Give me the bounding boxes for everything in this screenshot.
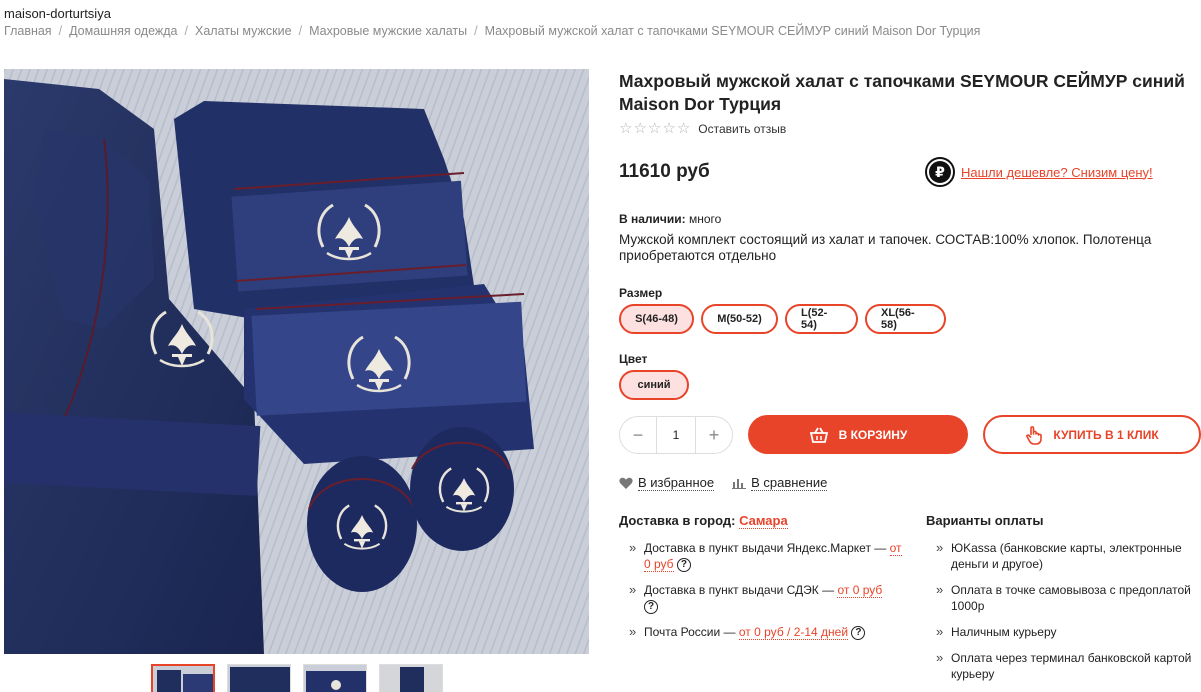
breadcrumb-terry-robes[interactable]: Махровые мужские халаты <box>309 24 467 38</box>
hand-pointer-icon <box>1026 425 1043 445</box>
add-to-cart-label: В КОРЗИНУ <box>838 427 908 442</box>
product-title: Махровый мужской халат с тапочками SEYMO… <box>619 71 1185 114</box>
breadcrumb-separator: / <box>298 24 303 38</box>
leave-review-link[interactable]: Оставить отзыв <box>698 122 786 136</box>
product-description: Мужской комплект состоящий из халат и та… <box>619 232 1152 263</box>
stock-label: В наличии: <box>619 212 686 226</box>
delivery-item-text: Доставка в пункт выдачи Яндекс.Маркет — <box>644 541 887 555</box>
delivery-item-price[interactable]: от 0 руб <box>837 583 883 598</box>
color-options: синий <box>619 370 689 400</box>
add-to-compare[interactable]: В сравнение <box>732 475 828 491</box>
delivery-item-price[interactable]: от 0 руб / 2-14 дней <box>738 625 849 640</box>
delivery-heading: Доставка в город: Самара <box>619 513 909 529</box>
delivery-item-text: Доставка в пункт выдачи СДЭК — <box>644 583 835 597</box>
delivery-item: Почта России — от 0 руб / 2-14 дней ? <box>619 624 909 640</box>
question-circle-icon[interactable]: ? <box>676 557 691 572</box>
heart-icon <box>619 477 633 489</box>
breadcrumb-separator: / <box>58 24 63 38</box>
star-outline-icon[interactable]: ☆ <box>633 121 646 137</box>
breadcrumb-home[interactable]: Главная <box>4 24 52 38</box>
color-label: Цвет <box>619 352 648 366</box>
size-options: S(46-48) M(50-52) L(52-54) XL(56-58) <box>619 304 946 334</box>
star-outline-icon[interactable]: ☆ <box>677 121 690 137</box>
bar-chart-icon <box>732 479 747 489</box>
star-outline-icon[interactable]: ☆ <box>619 121 632 137</box>
payment-list: ЮKassa (банковские карты, электронные де… <box>926 540 1201 682</box>
thumbnail-2[interactable] <box>227 664 291 692</box>
payment-item: Оплата в точке самовывоза с предоплатой … <box>926 582 1201 614</box>
favorites-label: В избранное <box>638 475 715 491</box>
ruble-badge-icon: ₽ <box>925 157 955 187</box>
buy-one-click-label: КУПИТЬ В 1 КЛИК <box>1053 427 1159 442</box>
stock-value: много <box>688 212 722 226</box>
delivery-list: Доставка в пункт выдачи Яндекс.Маркет — … <box>619 540 909 640</box>
breadcrumb: Главная / Домашняя одежда / Халаты мужские / М… <box>4 24 980 38</box>
delivery-item-text: Почта России — <box>644 625 736 639</box>
thumbnail-4[interactable] <box>379 664 443 692</box>
payment-heading: Варианты оплаты <box>926 513 1044 528</box>
add-to-favorites[interactable]: В избранное <box>619 475 715 491</box>
breadcrumb-home-clothing[interactable]: Домашняя одежда <box>69 24 177 38</box>
payment-section: Варианты оплаты ЮKassa (банковские карты… <box>926 513 1201 692</box>
color-option-blue[interactable]: синий <box>619 370 689 400</box>
delivery-section: Доставка в город: Самара Доставка в пунк… <box>619 513 909 650</box>
breadcrumb-current: Махровый мужской халат с тапочками SEYMO… <box>484 24 981 38</box>
delivery-item: Доставка в пункт выдачи СДЭК — от 0 руб … <box>619 582 909 614</box>
star-outline-icon[interactable]: ☆ <box>648 121 661 137</box>
question-circle-icon[interactable]: ? <box>644 599 658 614</box>
delivery-item: Доставка в пункт выдачи Яндекс.Маркет — … <box>619 540 909 572</box>
thumbnail-strip <box>151 664 443 692</box>
breadcrumb-separator: / <box>474 24 478 38</box>
quantity-decrease-button[interactable]: − <box>620 425 656 446</box>
star-outline-icon[interactable]: ☆ <box>662 121 675 137</box>
quantity-stepper: − 1 + <box>619 416 733 454</box>
payment-item: ЮKassa (банковские карты, электронные де… <box>926 540 1201 572</box>
size-option-l[interactable]: L(52-54) <box>785 304 858 334</box>
thumbnail-3[interactable] <box>303 664 367 692</box>
product-photo <box>4 69 589 654</box>
question-circle-icon[interactable]: ? <box>851 625 866 640</box>
rating: ☆ ☆ ☆ ☆ ☆ Оставить отзыв <box>619 121 786 137</box>
buy-one-click-button[interactable]: КУПИТЬ В 1 КЛИК <box>983 415 1201 454</box>
size-option-m[interactable]: M(50-52) <box>701 304 778 334</box>
found-cheaper-link[interactable]: Нашли дешевле? Снизим цену! <box>961 165 1153 180</box>
breadcrumb-separator: / <box>184 24 188 38</box>
basket-icon <box>809 427 828 443</box>
add-to-cart-button[interactable]: В КОРЗИНУ <box>748 415 968 454</box>
thumbnail-1[interactable] <box>151 664 215 692</box>
shop-name[interactable]: maison-dorturtsiya <box>4 6 111 21</box>
payment-item: Наличным курьеру <box>926 624 1201 640</box>
delivery-city-select[interactable]: Самара <box>739 513 788 529</box>
delivery-heading-text: Доставка в город: <box>619 513 736 528</box>
quantity-increase-button[interactable]: + <box>696 425 732 446</box>
compare-label: В сравнение <box>751 475 828 491</box>
rating-stars[interactable]: ☆ ☆ ☆ ☆ ☆ <box>619 121 690 137</box>
stock-status: В наличии: много <box>619 212 721 226</box>
product-main-image[interactable] <box>4 69 589 654</box>
quantity-input[interactable]: 1 <box>656 417 696 453</box>
payment-item: Оплата через терминал банковской картой … <box>926 650 1201 682</box>
size-option-xl[interactable]: XL(56-58) <box>865 304 946 334</box>
found-cheaper[interactable]: ₽ Нашли дешевле? Снизим цену! <box>925 157 1153 187</box>
size-option-s[interactable]: S(46-48) <box>619 304 694 334</box>
product-actions: В избранное В сравнение <box>619 475 828 491</box>
breadcrumb-mens-robes[interactable]: Халаты мужские <box>195 24 292 38</box>
size-label: Размер <box>619 286 663 300</box>
product-price: 11610 руб <box>619 161 710 182</box>
